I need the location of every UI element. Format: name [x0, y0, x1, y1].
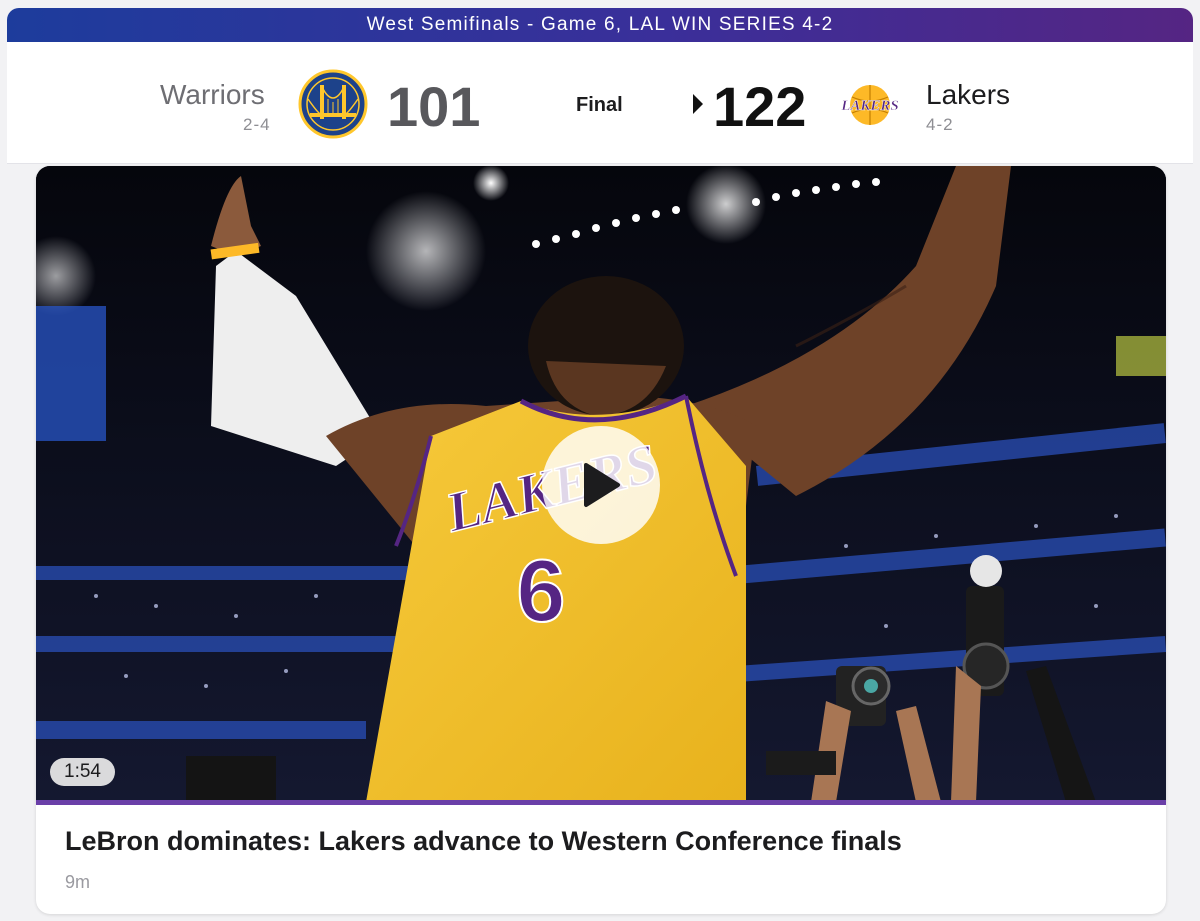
home-team-record: 4-2: [926, 115, 954, 134]
video-thumbnail[interactable]: LAKERS 6 1:54: [36, 166, 1166, 802]
play-icon: [584, 463, 620, 507]
game-status: Final: [576, 94, 623, 116]
accent-divider: [36, 800, 1166, 805]
video-duration: 1:54: [64, 761, 101, 782]
series-banner-text: West Semifinals - Game 6, LAL WIN SERIES…: [366, 14, 834, 35]
home-score: 122: [713, 75, 807, 138]
warriors-logo-icon[interactable]: [298, 69, 368, 139]
story-age: 9m: [65, 872, 91, 892]
lakers-logo-icon[interactable]: LAKERS: [836, 80, 904, 130]
scoreboard[interactable]: Warriors 2-4 101 Final 122 LAKERS Lakers…: [7, 42, 1193, 164]
jersey-number: 6: [517, 541, 566, 640]
home-team-name[interactable]: Lakers: [926, 79, 1010, 111]
play-button[interactable]: [542, 426, 660, 544]
away-team-record: 2-4: [243, 115, 271, 134]
video-story-card[interactable]: LAKERS 6 1:54: [36, 166, 1166, 914]
away-score: 101: [387, 75, 481, 138]
svg-text:LAKERS: LAKERS: [840, 98, 899, 114]
video-duration-badge: 1:54: [50, 758, 115, 786]
away-team-name[interactable]: Warriors: [160, 79, 265, 111]
series-banner: West Semifinals - Game 6, LAL WIN SERIES…: [7, 8, 1193, 42]
story-headline[interactable]: LeBron dominates: Lakers advance to West…: [65, 826, 902, 857]
winner-indicator-icon: [693, 94, 703, 114]
